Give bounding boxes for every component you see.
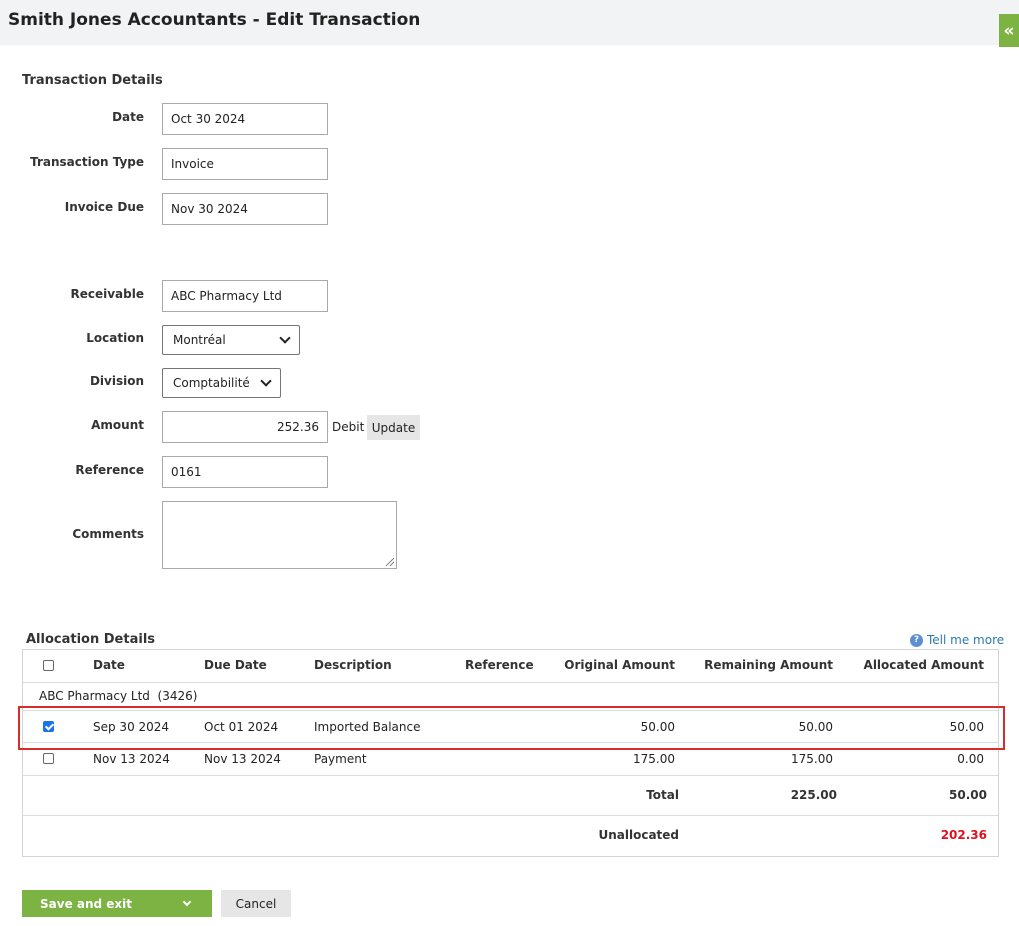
comments-textarea[interactable] [162, 501, 397, 569]
table-row[interactable]: Nov 13 2024 Nov 13 2024 Payment 175.00 1… [23, 743, 998, 776]
row-remaining-amount: 50.00 [798, 720, 833, 734]
row-due-date: Oct 01 2024 [204, 720, 279, 734]
col-reference: Reference [465, 658, 534, 672]
row-date: Sep 30 2024 [93, 720, 170, 734]
unallocated-value: 202.36 [940, 828, 987, 842]
chevron-down-icon [260, 375, 272, 387]
location-select[interactable]: Montréal [162, 325, 300, 355]
date-label: Date [112, 110, 144, 124]
row-checkbox[interactable] [43, 721, 54, 732]
amount-label: Amount [91, 418, 144, 432]
save-and-exit-button[interactable]: Save and exit [22, 890, 212, 917]
update-button[interactable]: Update [367, 415, 420, 440]
location-label: Location [86, 331, 144, 345]
division-select[interactable]: Comptabilité [162, 368, 281, 398]
col-allocated-amount: Allocated Amount [863, 658, 984, 672]
unallocated-label: Unallocated [598, 828, 679, 842]
question-circle-icon: ? [910, 633, 923, 647]
collapse-panel-button[interactable]: « [999, 14, 1019, 47]
row-date: Nov 13 2024 [93, 752, 170, 766]
group-label: ABC Pharmacy Ltd (3426) [39, 689, 198, 703]
table-row[interactable]: Sep 30 2024 Oct 01 2024 Imported Balance… [23, 711, 998, 743]
invoice-due-field[interactable]: Nov 30 2024 [162, 193, 328, 225]
tell-me-more-label: Tell me more [927, 633, 1005, 647]
receivable-label: Receivable [70, 287, 144, 301]
reference-label: Reference [75, 463, 144, 477]
transaction-details-heading: Transaction Details [22, 73, 163, 88]
row-allocated-amount[interactable]: 0.00 [843, 752, 984, 766]
receivable-field[interactable]: ABC Pharmacy Ltd [162, 280, 328, 312]
double-chevron-left-icon: « [1003, 20, 1015, 41]
col-due-date: Due Date [204, 658, 267, 672]
col-description: Description [314, 658, 392, 672]
row-description: Imported Balance [314, 720, 421, 734]
row-checkbox[interactable] [43, 753, 54, 764]
col-original-amount: Original Amount [564, 658, 675, 672]
cancel-button[interactable]: Cancel [221, 890, 291, 917]
group-row: ABC Pharmacy Ltd (3426) [23, 683, 998, 711]
row-allocated-amount[interactable]: 50.00 [843, 720, 984, 734]
tell-me-more-link[interactable]: ? Tell me more [910, 633, 1004, 647]
page-title: Smith Jones Accountants - Edit Transacti… [8, 10, 421, 30]
row-remaining-amount: 175.00 [791, 752, 833, 766]
resize-handle-icon[interactable] [386, 558, 394, 566]
row-original-amount: 50.00 [640, 720, 675, 734]
debit-label: Debit [332, 420, 365, 434]
location-selected-value: Montréal [173, 333, 226, 347]
reference-field[interactable]: 0161 [162, 456, 328, 488]
save-and-exit-label: Save and exit [40, 896, 133, 911]
row-description: Payment [314, 752, 367, 766]
col-date: Date [93, 658, 125, 672]
total-label: Total [646, 788, 679, 802]
total-remaining: 225.00 [790, 788, 837, 802]
chevron-down-icon[interactable] [182, 897, 192, 907]
date-field[interactable]: Oct 30 2024 [162, 103, 328, 135]
unallocated-row: Unallocated 202.36 [23, 816, 998, 856]
chevron-down-icon [279, 332, 291, 344]
division-selected-value: Comptabilité [173, 376, 250, 390]
division-label: Division [89, 374, 144, 388]
transaction-type-field[interactable]: Invoice [162, 148, 328, 180]
col-remaining-amount: Remaining Amount [704, 658, 833, 672]
transaction-type-label: Transaction Type [30, 155, 144, 169]
allocation-table: Date Due Date Description Reference Orig… [22, 649, 999, 857]
row-original-amount: 175.00 [633, 752, 675, 766]
total-row: Total 225.00 50.00 [23, 776, 998, 816]
row-due-date: Nov 13 2024 [204, 752, 281, 766]
table-header-row: Date Due Date Description Reference Orig… [23, 650, 998, 683]
comments-label: Comments [72, 527, 144, 541]
invoice-due-label: Invoice Due [64, 200, 144, 214]
amount-field[interactable]: 252.36 [162, 411, 328, 443]
select-all-checkbox[interactable] [43, 660, 54, 671]
total-allocated: 50.00 [949, 788, 987, 802]
header-bar: Smith Jones Accountants - Edit Transacti… [0, 0, 1019, 45]
allocation-details-heading: Allocation Details [26, 632, 156, 647]
